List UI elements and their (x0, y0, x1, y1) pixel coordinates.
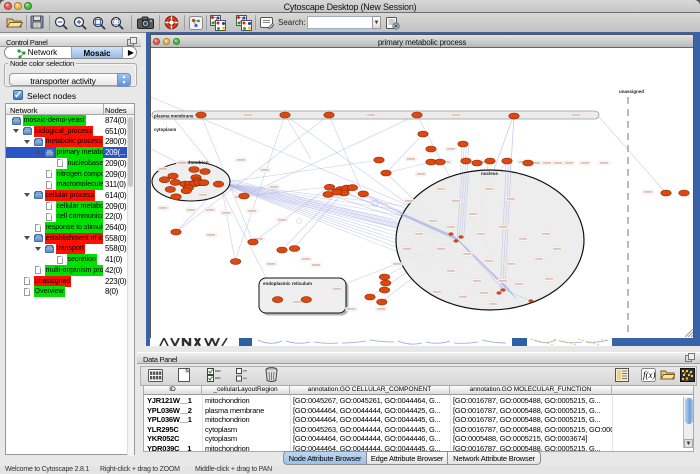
svg-text:f(x): f(x) (643, 370, 656, 380)
svg-text:unassigned: unassigned (619, 89, 644, 94)
svg-text:nucleus: nucleus (481, 171, 499, 176)
svg-text:plasma membrane: plasma membrane (154, 114, 194, 119)
svg-text:cytoplasm: cytoplasm (154, 127, 176, 132)
svg-text:endoplasmic reticulum: endoplasmic reticulum (263, 281, 312, 286)
